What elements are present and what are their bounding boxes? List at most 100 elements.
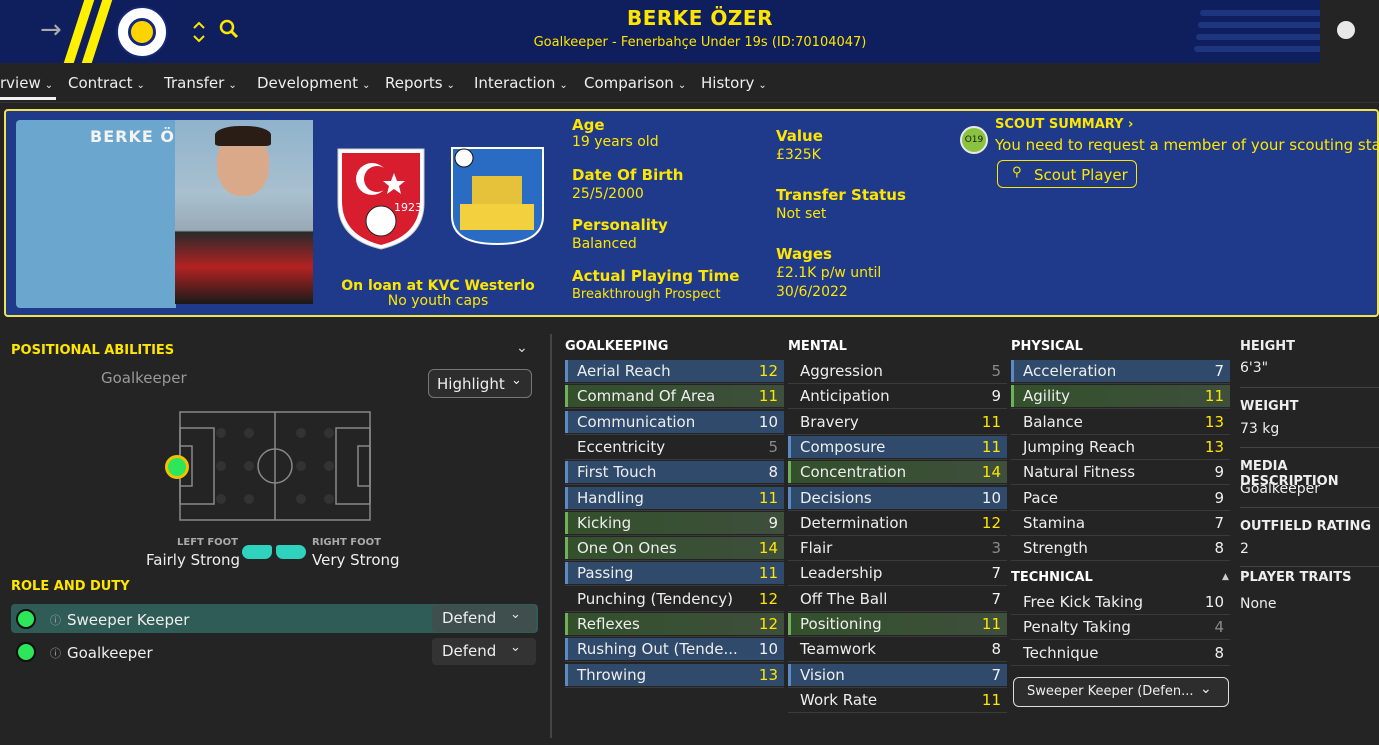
chevron-down-icon[interactable]: ⌄: [516, 340, 528, 356]
attribute-row[interactable]: Work Rate 11: [788, 689, 1007, 713]
attribute-value: 14: [758, 539, 778, 558]
attribute-name: Balance: [1023, 412, 1083, 431]
attribute-value: 10: [758, 412, 778, 431]
tab-reports[interactable]: Reports ⌄: [385, 74, 455, 92]
attribute-row[interactable]: Punching (Tendency) 12: [565, 588, 784, 612]
row-divider: [565, 484, 784, 486]
attribute-row[interactable]: Determination 12: [788, 512, 1007, 536]
attribute-value: 11: [981, 437, 1001, 456]
attribute-row[interactable]: Passing 11: [565, 562, 784, 587]
attribute-row[interactable]: Stamina 7: [1011, 512, 1230, 536]
attribute-row[interactable]: Throwing 13: [565, 663, 784, 688]
attribute-row[interactable]: Balance 13: [1011, 411, 1230, 435]
attribute-row[interactable]: Technique 8: [1011, 642, 1230, 666]
tab-history[interactable]: History ⌄: [701, 74, 767, 92]
attribute-row[interactable]: Kicking 9: [565, 511, 784, 536]
attribute-row[interactable]: Aerial Reach 12: [565, 360, 784, 384]
chevron-down-icon: ⌄: [361, 80, 371, 91]
attribute-name: Anticipation: [800, 387, 890, 406]
attribute-value: 11: [758, 564, 778, 583]
attribute-row[interactable]: Positioning 11: [788, 613, 1007, 637]
scout-badge: O19: [960, 126, 988, 154]
highlight-dropdown[interactable]: Highlight ⌄: [428, 369, 532, 398]
pitch-diagram[interactable]: [179, 411, 371, 521]
attribute-value: 7: [991, 665, 1001, 684]
role-highlight-select[interactable]: Sweeper Keeper (Defen... ⌄: [1013, 677, 1229, 707]
chevron-down-icon: ⌄: [758, 80, 767, 91]
attribute-value: 10: [1204, 593, 1224, 611]
attribute-value: 11: [1204, 387, 1224, 406]
attribute-row[interactable]: Natural Fitness 9: [1011, 461, 1230, 486]
player-subtitle[interactable]: Goalkeeper - Fenerbahçe Under 19s (ID:70…: [0, 35, 1379, 50]
attribute-row[interactable]: Agility 11: [1011, 385, 1230, 410]
attribute-row[interactable]: Command Of Area 11: [565, 385, 784, 410]
attribute-row[interactable]: Flair 3: [788, 537, 1007, 562]
attribute-row[interactable]: Concentration 14: [788, 461, 1007, 486]
row-divider: [1011, 484, 1230, 486]
attribute-value: 10: [758, 640, 778, 659]
attribute-name: Concentration: [800, 463, 907, 482]
collapse-icon[interactable]: ▲: [1222, 572, 1229, 582]
attribute-name: Penalty Taking: [1023, 618, 1131, 637]
attribute-row[interactable]: Eccentricity 5: [565, 436, 784, 460]
attribute-row[interactable]: Handling 11: [565, 486, 784, 511]
tab-interaction[interactable]: Interaction ⌄: [474, 74, 568, 92]
attribute-row[interactable]: Rushing Out (Tende... 10: [565, 638, 784, 663]
attribute-row[interactable]: Penalty Taking 4: [1011, 616, 1230, 641]
caps-text: No youth caps: [387, 293, 489, 309]
row-divider: [565, 636, 784, 637]
attribute-row[interactable]: Reflexes 12: [565, 613, 784, 637]
tab-transfer[interactable]: Transfer ⌄: [164, 74, 237, 92]
attribute-row[interactable]: Vision 7: [788, 663, 1007, 688]
row-divider: [565, 585, 784, 587]
personality-label: Personality: [572, 216, 668, 234]
attribute-name: Agility: [1023, 387, 1071, 406]
attribute-name: Determination: [800, 513, 909, 532]
scout-summary-link[interactable]: SCOUT SUMMARY ›: [995, 117, 1133, 132]
height-value: 6'3": [1240, 360, 1269, 376]
attribute-name: Acceleration: [1023, 362, 1117, 380]
tab-contract[interactable]: Contract ⌄: [68, 74, 145, 92]
globe-icon[interactable]: [1337, 21, 1355, 39]
duty-dropdown[interactable]: Defend ⌄: [432, 638, 536, 665]
duty-dropdown[interactable]: Defend ⌄: [432, 605, 536, 632]
info-icon[interactable]: ⓘ: [50, 612, 61, 628]
row-divider: [565, 686, 784, 688]
attribute-row[interactable]: Pace 9: [1011, 487, 1230, 511]
playing-time-label: Actual Playing Time: [572, 267, 740, 285]
attribute-row[interactable]: Off The Ball 7: [788, 588, 1007, 612]
row-divider: [1011, 509, 1230, 511]
attribute-row[interactable]: Anticipation 9: [788, 385, 1007, 410]
attribute-name: Stamina: [1023, 513, 1086, 532]
role-name: Sweeper Keeper: [67, 611, 190, 629]
attribute-row[interactable]: Jumping Reach 13: [1011, 436, 1230, 460]
divider: [1240, 387, 1379, 388]
attribute-value: 7: [991, 564, 1001, 583]
row-divider: [788, 661, 1007, 663]
tab-overview[interactable]: rview ⌄: [0, 74, 53, 92]
loan-text[interactable]: On loan at KVC Westerlo: [338, 278, 538, 294]
attribute-row[interactable]: Bravery 11: [788, 411, 1007, 435]
tab-comparison[interactable]: Comparison ⌄: [584, 74, 686, 92]
divider: [550, 334, 552, 738]
attribute-row[interactable]: First Touch 8: [565, 461, 784, 486]
attribute-row[interactable]: Free Kick Taking 10: [1011, 591, 1230, 615]
tab-development[interactable]: Development ⌄: [257, 74, 370, 92]
attribute-row[interactable]: Teamwork 8: [788, 638, 1007, 663]
attribute-row[interactable]: Communication 10: [565, 410, 784, 435]
goalkeeper-position-marker[interactable]: [165, 455, 189, 479]
attribute-row[interactable]: Decisions 10: [788, 486, 1007, 511]
info-icon[interactable]: ⓘ: [50, 645, 61, 661]
attribute-name: Technique: [1023, 643, 1099, 662]
row-divider: [565, 433, 784, 435]
attribute-value: 12: [758, 615, 778, 633]
attribute-row[interactable]: Leadership 7: [788, 562, 1007, 587]
attribute-row[interactable]: One On Ones 14: [565, 537, 784, 562]
attribute-name: Decisions: [800, 488, 872, 507]
attribute-row[interactable]: Strength 8: [1011, 537, 1230, 562]
scout-player-button[interactable]: ⚲ Scout Player: [997, 160, 1137, 188]
attribute-row[interactable]: Aggression 5: [788, 360, 1007, 384]
attribute-row[interactable]: Composure 11: [788, 435, 1007, 460]
attribute-row[interactable]: Acceleration 7: [1011, 360, 1230, 384]
row-divider: [1011, 614, 1230, 615]
